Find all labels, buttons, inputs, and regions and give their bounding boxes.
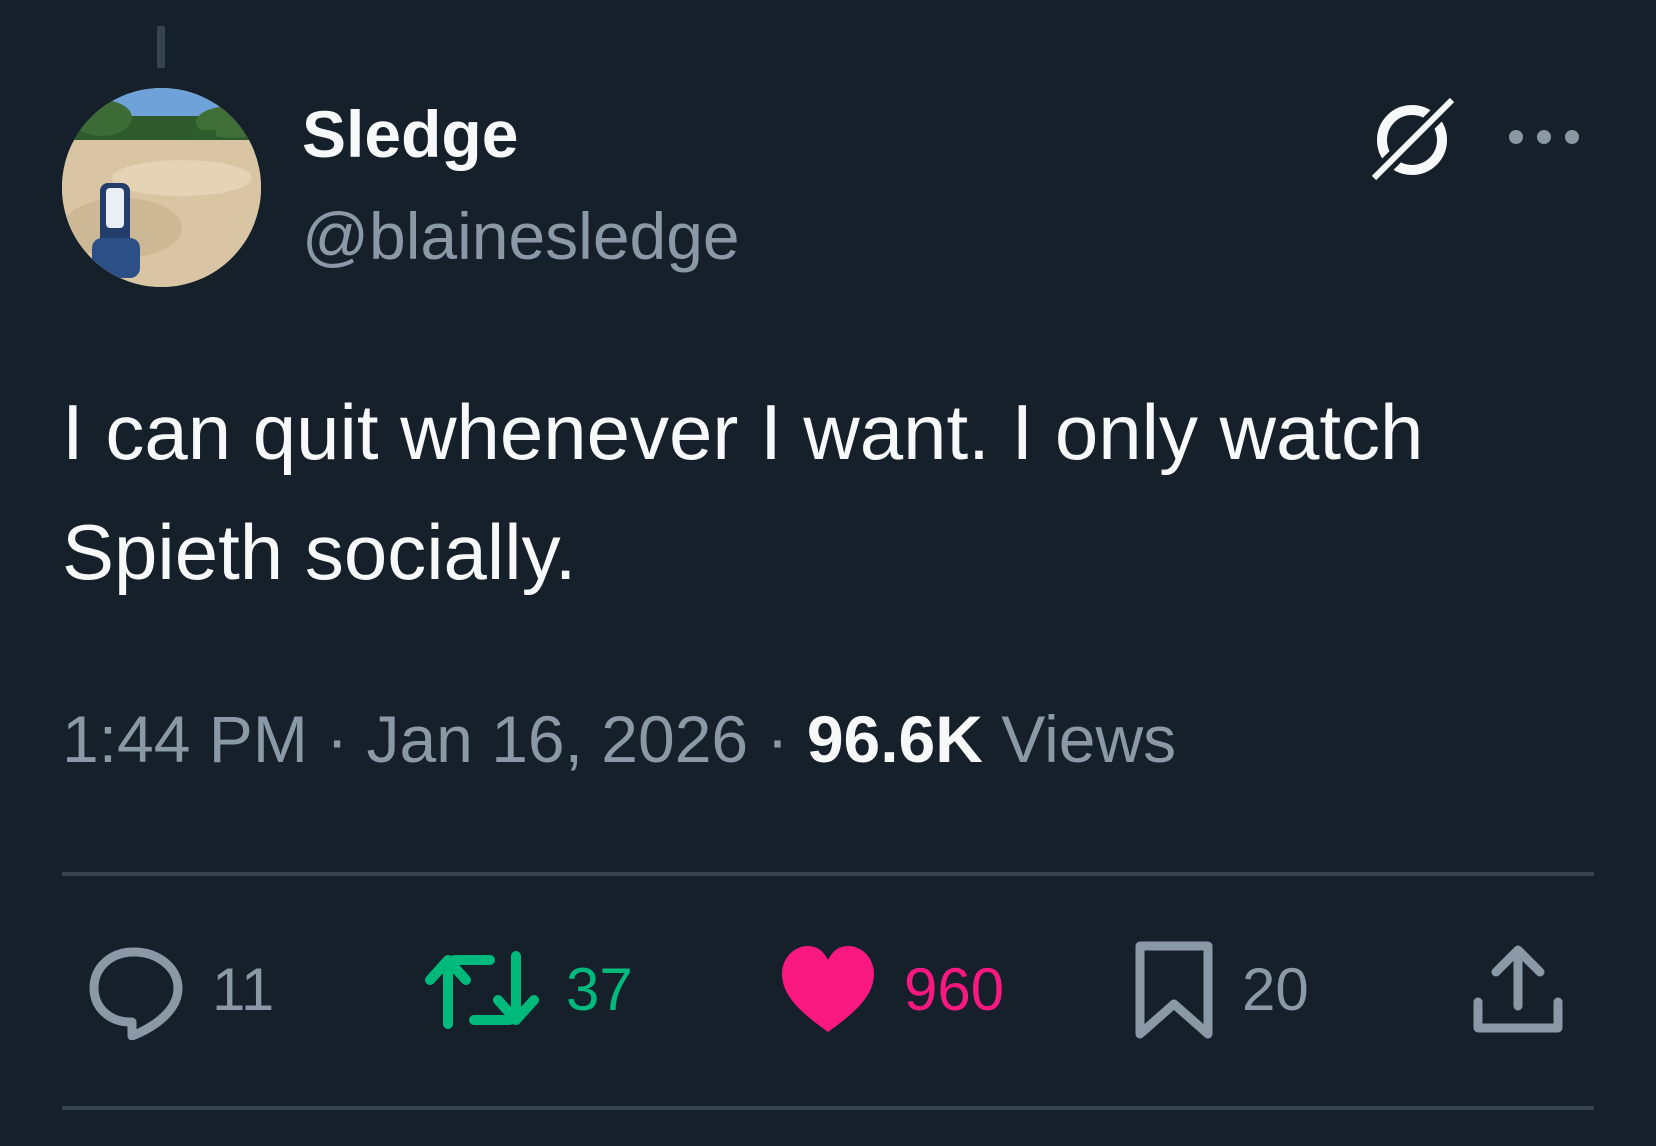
like-count: 960 — [904, 956, 1005, 1023]
reply-icon — [89, 947, 183, 1040]
metadata-separator: · — [326, 702, 349, 776]
bookmark-icon — [1135, 941, 1213, 1039]
thread-connector-line — [157, 26, 165, 68]
more-icon[interactable] — [1504, 122, 1584, 152]
views-count[interactable]: 96.6K — [807, 702, 983, 776]
reply-count: 11 — [212, 956, 275, 1023]
bookmark-count: 20 — [1242, 956, 1309, 1023]
like-button[interactable]: 960 — [778, 940, 1004, 1040]
grok-icon[interactable] — [1360, 88, 1464, 192]
like-icon — [782, 946, 874, 1032]
tweet-date[interactable]: Jan 16, 2026 — [366, 702, 748, 776]
metadata-separator: · — [766, 702, 789, 776]
author-display-name[interactable]: Sledge — [302, 95, 518, 174]
tweet-text: I can quit whenever I want. I only watch… — [62, 388, 1424, 596]
retweet-count: 37 — [566, 956, 633, 1023]
author-handle[interactable]: @blainesledge — [302, 197, 740, 276]
divider-bottom — [62, 1106, 1594, 1110]
share-button[interactable] — [1470, 940, 1566, 1040]
retweet-button[interactable]: 37 — [424, 940, 633, 1040]
share-icon — [1473, 945, 1563, 1033]
tweet-metadata: 1:44 PM · Jan 16, 2026 · 96.6K Views — [62, 700, 1176, 779]
tweet-time[interactable]: 1:44 PM — [62, 702, 308, 776]
views-label[interactable]: Views — [1001, 702, 1176, 776]
retweet-icon — [425, 951, 539, 1029]
avatar[interactable] — [62, 88, 261, 287]
avatar-image — [62, 88, 261, 287]
divider-top — [62, 872, 1594, 876]
reply-button[interactable]: 11 — [86, 940, 274, 1040]
bookmark-button[interactable]: 20 — [1132, 940, 1309, 1040]
